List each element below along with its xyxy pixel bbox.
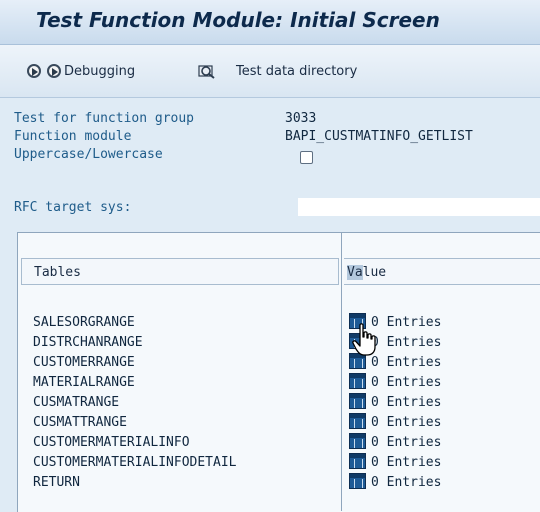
table-entries-icon[interactable]	[349, 393, 366, 409]
table-row-value: 0 Entries	[371, 375, 442, 390]
hand-cursor-icon	[352, 323, 376, 356]
function-group-label: Test for function group	[14, 111, 195, 126]
table-row-name: CUSTOMERRANGE	[33, 355, 135, 370]
execute-button[interactable]	[27, 59, 41, 83]
table-row-value: 0 Entries	[371, 455, 442, 470]
test-data-directory-button[interactable]: Test data directory	[198, 59, 357, 83]
table-entries-icon[interactable]	[349, 373, 366, 389]
table-row-name: CUSMATTRANGE	[33, 415, 127, 430]
test-data-directory-label: Test data directory	[236, 63, 358, 79]
application-toolbar: Debugging Test data directory	[0, 45, 540, 98]
table-row-name: MATERIALRANGE	[33, 375, 135, 390]
function-group-value: 3033	[285, 111, 317, 126]
table-row-name: SALESORGRANGE	[33, 315, 135, 330]
table-row-value: 0 Entries	[371, 355, 442, 370]
tables-header-label: Tables	[34, 265, 81, 280]
table-entries-icon[interactable]	[349, 453, 366, 469]
rfc-target-label: RFC target sys:	[14, 200, 132, 215]
table-row-name: CUSTOMERMATERIALINFODETAIL	[33, 455, 237, 470]
table-row-name: CUSMATRANGE	[33, 395, 120, 410]
table-row-value: 0 Entries	[371, 335, 442, 350]
execute-icon	[27, 64, 41, 78]
column-divider	[341, 232, 342, 511]
title-bar: Test Function Module: Initial Screen	[0, 0, 540, 45]
debugging-button[interactable]: Debugging	[47, 59, 135, 83]
table-row-value: 0 Entries	[371, 475, 442, 490]
value-header-label: Value	[347, 265, 387, 280]
function-module-label: Function module	[14, 129, 132, 144]
table-row-name: RETURN	[33, 475, 80, 490]
table-row-value: 0 Entries	[371, 435, 442, 450]
test-data-directory-icon	[198, 63, 216, 79]
table-row-name: DISTRCHANRANGE	[33, 335, 143, 350]
table-row-name: CUSTOMERMATERIALINFO	[33, 435, 190, 450]
rfc-target-input[interactable]	[298, 198, 540, 216]
table-row-value: 0 Entries	[371, 415, 442, 430]
debugging-icon	[47, 64, 61, 78]
tables-column-header[interactable]: Tables	[21, 258, 339, 285]
value-column-header[interactable]: Value	[344, 258, 540, 285]
debugging-label: Debugging	[64, 63, 136, 79]
table-row-value: 0 Entries	[371, 395, 442, 410]
table-entries-icon[interactable]	[349, 433, 366, 449]
table-entries-icon[interactable]	[349, 473, 366, 489]
window-title: Test Function Module: Initial Screen	[36, 8, 440, 32]
uppercase-label: Uppercase/Lowercase	[14, 147, 163, 162]
function-module-value: BAPI_CUSTMATINFO_GETLIST	[285, 129, 473, 144]
uppercase-checkbox[interactable]	[300, 151, 313, 164]
table-entries-icon[interactable]	[349, 413, 366, 429]
table-row-value: 0 Entries	[371, 315, 442, 330]
